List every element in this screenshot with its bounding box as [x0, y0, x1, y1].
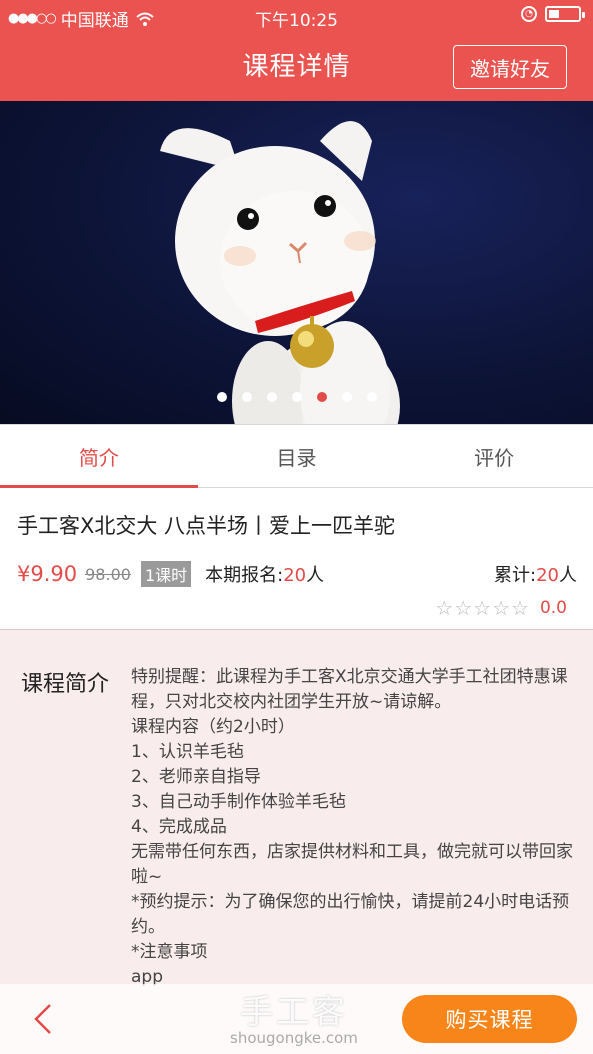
tab-reviews[interactable]: 评价: [395, 425, 593, 487]
carousel-indicators: [0, 392, 593, 402]
carousel-dot[interactable]: [316, 392, 327, 402]
carousel-dot[interactable]: [291, 392, 302, 402]
intro-paragraph: 1、认识羊毛毡: [131, 742, 244, 762]
top-bar: ●●●○○ 中国联通 下午10:25 ◔ 课程详情 邀请好友: [0, 0, 593, 101]
intro-body: 特别提醒：此课程为手工客X北京交通大学手工社团特惠课程，只对北交校内社团学生开放…: [131, 665, 576, 990]
intro-paragraph: 特别提醒：此课程为手工客X北京交通大学手工社团特惠课程，只对北交校内社团学生开放…: [131, 667, 568, 712]
rating: ☆☆☆☆☆ 0.0: [435, 596, 567, 620]
intro-paragraph: 无需带任何东西，店家提供材料和工具，做完就可以带回家啦~: [131, 842, 573, 887]
course-title: 手工客X北交大 八点半场丨爱上一匹羊驼: [17, 514, 396, 538]
status-time: 下午10:25: [255, 11, 338, 31]
buy-course-button[interactable]: 购买课程: [402, 995, 577, 1043]
course-info: 手工客X北交大 八点半场丨爱上一匹羊驼 ¥9.90 98.00 1课时 本期报名…: [0, 488, 593, 630]
carousel-dot[interactable]: [366, 392, 377, 402]
rating-value: 0.0: [539, 598, 567, 618]
invite-friends-button[interactable]: 邀请好友: [453, 45, 567, 89]
rotation-lock-icon: ◔: [521, 6, 537, 22]
star-rating-icon: ☆☆☆☆☆: [435, 596, 530, 620]
intro-paragraph: 2、老师亲自指导: [131, 767, 261, 787]
carousel-dot[interactable]: [266, 392, 277, 402]
tab-bar: 简介 目录 评价: [0, 424, 593, 488]
original-price: 98.00: [85, 564, 131, 584]
carousel-dot[interactable]: [341, 392, 352, 402]
watermark: 手工客 shougongke.com: [230, 992, 358, 1047]
intro-paragraph: 3、自己动手制作体验羊毛毡: [131, 792, 346, 812]
intro-paragraph: 课程内容（约2小时）: [131, 717, 295, 737]
course-detail-page: ●●●○○ 中国联通 下午10:25 ◔ 课程详情 邀请好友 简介 目录 评价 …: [0, 0, 593, 1054]
chevron-left-icon[interactable]: [30, 1002, 56, 1036]
intro-heading: 课程简介: [21, 672, 110, 697]
carousel-dot[interactable]: [241, 392, 252, 402]
intro-paragraph: *预约提示：为了确保您的出行愉快，请提前24小时电话预约。: [131, 892, 570, 937]
course-image-carousel[interactable]: [0, 101, 593, 424]
status-bar: ●●●○○ 中国联通 下午10:25 ◔: [0, 0, 593, 32]
current-price: ¥9.90: [17, 562, 78, 586]
tab-intro[interactable]: 简介: [0, 425, 198, 488]
enroll-info: 本期报名:20人: [205, 565, 325, 586]
alpaca-photo: [160, 121, 400, 424]
carousel-dot[interactable]: [216, 392, 227, 402]
total-count: 20: [536, 565, 559, 586]
battery-icon: [545, 6, 585, 22]
lesson-count-badge: 1课时: [140, 561, 192, 587]
enroll-count: 20: [283, 565, 307, 586]
intro-paragraph: 4、完成成品: [131, 817, 227, 837]
tab-catalog[interactable]: 目录: [198, 425, 396, 487]
intro-paragraph: *注意事项: [131, 942, 208, 962]
total-info: 累计:20人: [494, 565, 577, 586]
price-row: ¥9.90 98.00 1课时 本期报名:20人 累计:20人: [17, 560, 577, 588]
